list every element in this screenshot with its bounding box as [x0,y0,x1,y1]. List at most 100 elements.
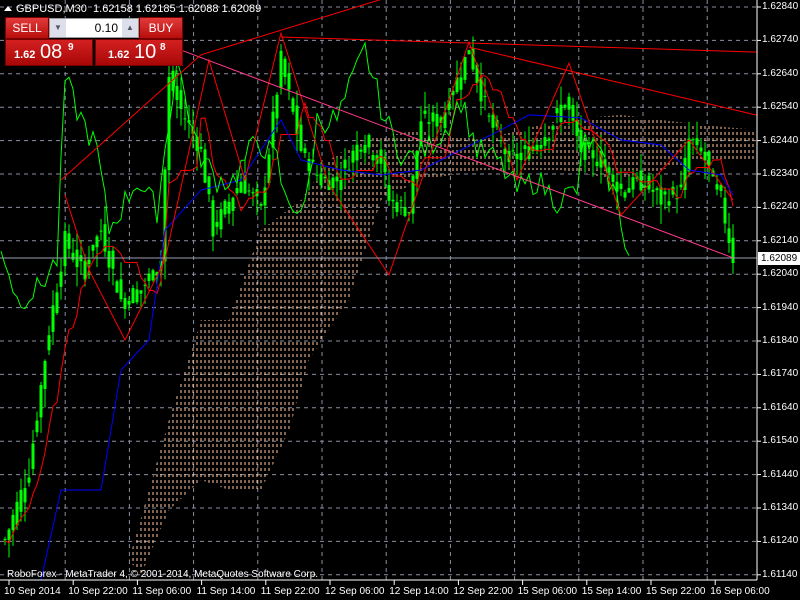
candle-body [427,122,431,124]
candle-body [67,233,71,249]
price-tick-label: 1.61140 [762,568,798,580]
candle-body [463,56,467,80]
candle-body [275,94,279,119]
candle-body [239,181,243,193]
candle-body [607,167,611,173]
buy-price-button[interactable]: 1.62 10 8 [95,39,183,66]
candle-body [23,488,27,503]
candle-body [491,114,495,128]
price-tick-label: 1.62440 [762,134,799,146]
candle-body [731,237,735,264]
price-chart[interactable] [0,0,800,600]
candle-body [519,152,523,161]
candle-body [55,292,59,314]
buy-price-fraction: 8 [160,42,166,53]
candle-body [131,288,135,304]
candle-body [3,539,7,541]
candle-body [459,77,463,90]
candle-body [359,149,363,152]
candle-body [111,250,115,269]
candle-body [511,150,515,152]
time-tick-label: 15 Sep 22:00 [646,586,706,597]
candle-body [611,174,615,182]
buy-price-prefix: 1.62 [108,49,130,61]
time-tick-label: 15 Sep 14:00 [581,586,642,597]
sell-price-button[interactable]: 1.62 08 9 [5,39,93,66]
candle-body [467,50,471,55]
candle-body [259,204,263,206]
candle-body [7,529,11,540]
candle-body [175,85,179,101]
candle-body [435,113,439,127]
candle-body [655,188,659,191]
candles [3,36,735,558]
price-tick-label: 1.62140 [762,234,799,246]
candle-body [203,149,207,183]
chart-header: GBPUSD,M30 1.62158 1.62185 1.62088 1.620… [4,3,261,15]
candle-body [595,161,599,167]
candle-body [219,209,223,230]
sell-price-prefix: 1.62 [14,49,36,61]
candle-body [423,110,427,114]
candle-body [687,138,691,172]
time-tick-label: 12 Sep 06:00 [325,586,385,597]
price-tick-label: 1.62640 [762,67,799,79]
lot-decrease-icon[interactable]: ▼ [50,19,66,37]
candle-body [51,305,55,332]
candle-body [35,420,39,433]
sell-price-fraction: 9 [68,42,74,53]
candle-body [91,244,95,251]
candle-body [627,188,631,193]
candle-body [499,140,503,142]
time-tick-label: 11 Sep 14:00 [196,586,256,597]
lot-size-input[interactable]: 0.10 [67,19,121,37]
candle-body [107,250,111,268]
candle-body [699,147,703,152]
price-tick-label: 1.61540 [762,435,799,447]
candle-body [47,335,51,351]
candle-body [387,184,391,201]
grid [0,0,757,580]
candle-body [355,144,359,161]
candle-body [651,189,655,192]
candle-body [515,153,519,160]
candle-body [223,200,227,215]
candle-body [283,58,287,77]
candle-body [315,174,319,176]
candle-body [215,221,219,227]
candle-body [127,300,131,305]
candle-body [487,115,491,117]
collapse-triangle-icon[interactable] [4,6,12,11]
candle-body [667,201,671,206]
price-tick-label: 1.62040 [762,268,799,280]
lot-increase-icon[interactable]: ▲ [122,19,138,37]
price-tick-label: 1.62540 [762,101,799,113]
price-tick-label: 1.61240 [762,535,799,547]
candle-body [623,192,627,198]
candle-body [563,104,567,108]
candle-body [371,155,375,161]
buy-button[interactable]: BUY [139,17,183,39]
candle-body [567,96,571,110]
time-tick-label: 10 Sep 22:00 [68,586,128,597]
candle-body [539,144,543,149]
current-price-label: 1.62089 [758,252,800,265]
candle-body [235,188,239,194]
candle-body [363,144,367,153]
candle-body [247,190,251,192]
candle-body [555,108,559,114]
candle-body [483,95,487,97]
candle-body [663,191,667,195]
candle-body [535,144,539,151]
sell-button[interactable]: SELL [5,17,49,39]
candle-body [723,197,727,224]
candle-body [551,125,555,130]
candle-body [227,201,231,214]
candle-body [335,176,339,182]
candle-body [179,90,183,109]
candle-body [43,360,47,389]
candle-body [83,260,87,280]
candle-body [299,124,303,151]
candle-body [211,200,215,237]
lot-size-field[interactable]: ▼ 0.10 ▲ [49,18,139,38]
